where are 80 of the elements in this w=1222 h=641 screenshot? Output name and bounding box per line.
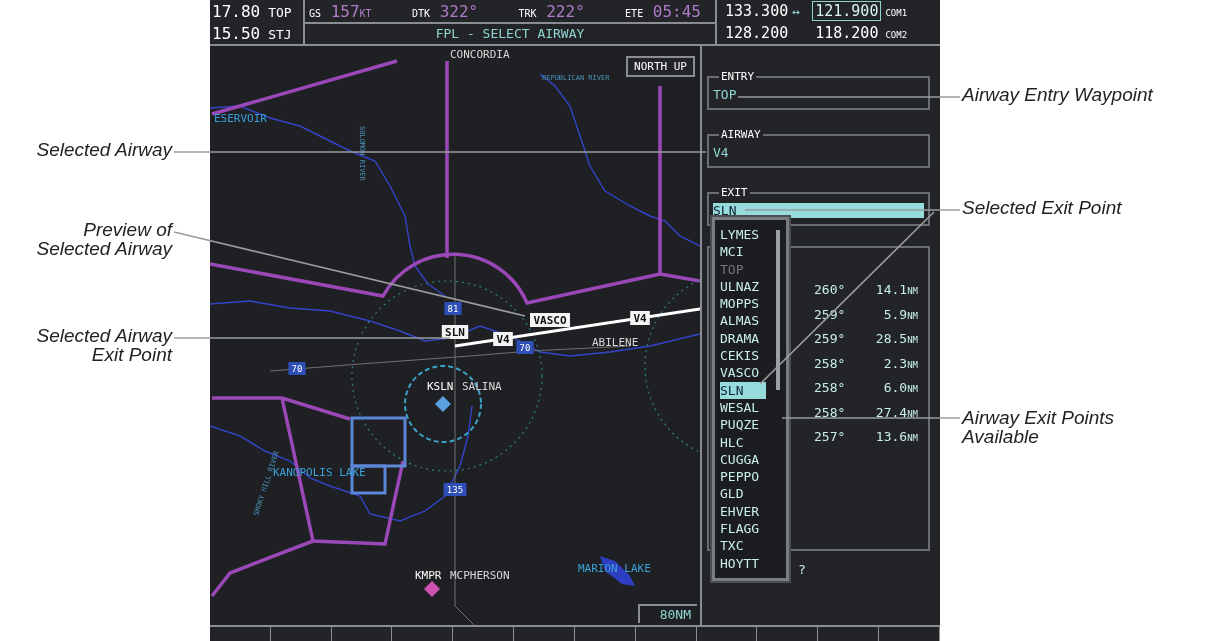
exit-point-item[interactable]: MCI bbox=[720, 243, 766, 261]
exit-point-item[interactable]: WESAL bbox=[720, 398, 766, 417]
exit-point-item[interactable]: ALMAS bbox=[720, 312, 766, 330]
distance-value: 28.5 NM bbox=[875, 331, 918, 348]
data-field: ETE 05:45 bbox=[625, 1, 701, 21]
place-label: MCPHERSON bbox=[450, 569, 510, 582]
com-label: COM2 bbox=[885, 30, 908, 40]
distance-value: 5.9NM bbox=[883, 306, 918, 324]
nav-frequency: 15.50 bbox=[212, 23, 261, 43]
exit-point-item[interactable]: SLN bbox=[720, 381, 766, 399]
active-frequency: 133.300 bbox=[725, 2, 789, 20]
exit-point-item[interactable]: CEKIS bbox=[720, 347, 766, 365]
exit-point-item[interactable]: MOPPS bbox=[720, 295, 766, 313]
waypoint-tag: SLN bbox=[441, 325, 469, 339]
field-value[interactable]: TOP bbox=[713, 87, 924, 102]
distance-value: 6.0NM bbox=[883, 380, 918, 397]
field-label: AIRWAY bbox=[720, 130, 762, 140]
data-field: DTK 322° bbox=[411, 1, 479, 21]
exit-point-item[interactable]: CUGGA bbox=[720, 450, 766, 469]
callout-label: Selected Airway bbox=[35, 140, 172, 159]
exit-point-item[interactable]: DRAMA bbox=[720, 329, 766, 348]
distance-value: 14.1NM bbox=[875, 282, 918, 299]
callout-label: Selected Airway Exit Point bbox=[35, 326, 172, 364]
exit-point-item[interactable]: FLAGG bbox=[720, 520, 766, 538]
airway-tag: V4 bbox=[493, 332, 513, 346]
exit-point-item[interactable]: VASCO bbox=[720, 364, 766, 382]
orientation-label[interactable]: NORTH UP bbox=[626, 56, 695, 77]
course-value: 257° bbox=[814, 429, 847, 446]
callout-label: Preview of Selected Airway bbox=[35, 220, 172, 258]
data-field: TRK 222° bbox=[518, 1, 585, 21]
lake-label: ESERVOIR bbox=[214, 112, 267, 125]
airway-tag: V4 bbox=[630, 311, 650, 325]
exit-point-item[interactable]: PUQZE bbox=[720, 416, 766, 434]
course-value: 258° bbox=[814, 355, 847, 373]
com-label: COM1 bbox=[885, 8, 908, 18]
partial-text: ? bbox=[798, 562, 806, 577]
exit-point-item[interactable]: ULNAZ bbox=[720, 277, 766, 296]
course-value: 258° bbox=[814, 380, 847, 397]
exit-point-item[interactable]: LYMES bbox=[720, 226, 766, 244]
standby-frequency[interactable]: 121.900 bbox=[812, 1, 882, 21]
swap-arrows: ↔ bbox=[792, 4, 802, 19]
exit-point-item[interactable]: EHVER bbox=[720, 502, 766, 521]
callout-label: Selected Exit Point bbox=[962, 198, 1123, 217]
waypoint-tag: VASCO bbox=[530, 313, 570, 327]
distance-value: 27.4NM bbox=[875, 404, 918, 422]
scroll-bar[interactable] bbox=[776, 230, 780, 390]
exit-point-item[interactable]: HOYTT bbox=[720, 554, 766, 572]
data-field: GS 157KT bbox=[309, 1, 372, 21]
airport-icon bbox=[424, 581, 440, 597]
exit-point-item[interactable]: GLD bbox=[720, 485, 766, 503]
highway-shield: 135 bbox=[443, 483, 467, 496]
highway-shield: 81 bbox=[444, 302, 462, 315]
exit-point-item[interactable]: PEPPO bbox=[720, 468, 766, 486]
nav-ident: STJ bbox=[268, 26, 292, 42]
place-label: ABILENE bbox=[592, 336, 639, 349]
airport-icon bbox=[435, 396, 451, 412]
nav-frequency: 17.80 bbox=[212, 1, 261, 21]
place-label: SALINA bbox=[462, 380, 502, 393]
field-label: EXIT bbox=[720, 188, 749, 198]
course-value: 259° bbox=[814, 331, 847, 348]
nav-ident: TOP bbox=[268, 4, 292, 20]
highway-shield: 70 bbox=[288, 362, 306, 375]
callout-label: Airway Exit Points Available bbox=[962, 408, 1116, 446]
distance-value: 2.3 NM bbox=[883, 355, 918, 373]
exit-point-item[interactable]: HLC bbox=[720, 433, 766, 451]
place-label: CONCORDIA bbox=[450, 48, 510, 61]
field-label: ENTRY bbox=[720, 72, 756, 82]
course-value: 258° bbox=[814, 404, 847, 422]
course-value: 260° bbox=[814, 282, 847, 299]
map-range: 80NM bbox=[637, 604, 697, 623]
distance-value: 13.6 NM bbox=[875, 429, 918, 446]
active-frequency: 128.200 bbox=[725, 24, 789, 42]
airport-label: KSLN bbox=[427, 380, 454, 393]
airport-label: KMPR bbox=[415, 569, 442, 582]
field-value[interactable]: V4 bbox=[713, 145, 924, 160]
exit-point-item[interactable]: TXC bbox=[720, 537, 766, 555]
standby-frequency[interactable]: 118.200 bbox=[812, 23, 882, 43]
callout-label: Airway Entry Waypoint bbox=[962, 85, 1155, 104]
page-title: FPL - SELECT AIRWAY bbox=[305, 22, 715, 44]
highway-shield: 70 bbox=[516, 341, 534, 354]
